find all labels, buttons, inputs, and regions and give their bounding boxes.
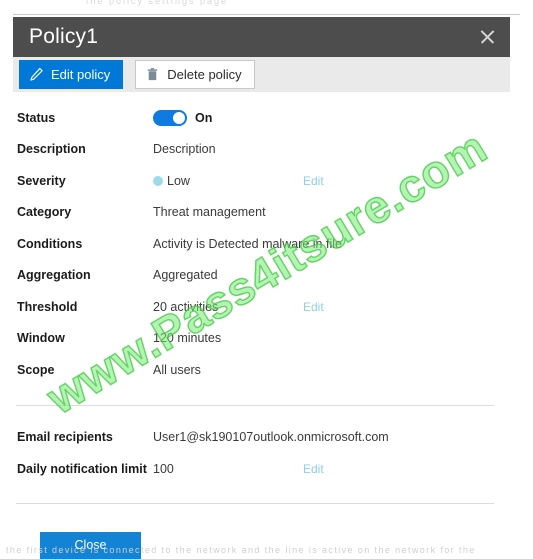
status-toggle-label: On: [195, 110, 213, 125]
top-divider: [13, 14, 520, 15]
detail-row-window: Window 120 minutes: [13, 323, 516, 355]
detail-row-email-recipients: Email recipients User1@sk190107outlook.o…: [13, 422, 516, 454]
detail-row-description: Description Description: [13, 134, 516, 166]
page-title: Policy1: [29, 25, 99, 48]
detail-row-conditions: Conditions Activity is Detected malware …: [13, 228, 516, 260]
detail-label: Window: [17, 331, 65, 346]
detail-label: Severity: [17, 173, 66, 188]
detail-value: All users: [153, 362, 201, 377]
detail-label: Daily notification limit: [17, 461, 147, 476]
toggle-knob: [173, 111, 185, 124]
detail-row-category: Category Threat management: [13, 197, 516, 229]
detail-row-daily-notification-limit: Daily notification limit 100 Edit: [13, 453, 516, 485]
policy-detail-dialog: Policy1 Edit policy Delete policy Status…: [13, 17, 516, 559]
detail-label: Conditions: [17, 236, 83, 251]
delete-policy-label: Delete policy: [167, 67, 242, 82]
detail-label: Scope: [17, 362, 55, 377]
edit-threshold-link[interactable]: Edit: [303, 300, 324, 314]
detail-row-threshold: Threshold 20 activities Edit: [13, 291, 516, 323]
detail-value: 20 activities: [153, 299, 219, 314]
detail-row-scope: Scope All users: [13, 354, 516, 386]
detail-value: Threat management: [153, 205, 266, 220]
edit-policy-label: Edit policy: [51, 67, 111, 82]
detail-value: Description: [153, 142, 216, 157]
severity-value: Low: [167, 173, 190, 188]
detail-value: 100: [153, 461, 174, 476]
pencil-icon: [29, 67, 44, 82]
command-bar: Edit policy Delete policy: [13, 57, 510, 92]
dialog-header: Policy1: [13, 17, 510, 57]
detail-row-status: Status On: [13, 102, 516, 134]
edit-severity-link[interactable]: Edit: [303, 174, 324, 188]
close-icon[interactable]: [478, 28, 496, 46]
detail-value: 120 minutes: [153, 331, 222, 346]
detail-row-aggregation: Aggregation Aggregated: [13, 260, 516, 292]
severity-dot-icon: [153, 175, 163, 186]
detail-value: Low: [153, 174, 190, 188]
detail-value: Activity is Detected malware in file: [153, 236, 342, 251]
detail-value: Aggregated: [153, 268, 218, 283]
detail-value: User1@sk190107outlook.onmicrosoft.com: [153, 430, 389, 445]
cut-off-text-top: the policy settings page: [86, 0, 229, 6]
detail-label: Email recipients: [17, 430, 113, 445]
detail-value: On: [153, 109, 213, 126]
detail-row-severity: Severity Low Edit: [13, 165, 516, 197]
delete-policy-button[interactable]: Delete policy: [135, 60, 255, 89]
detail-label: Description: [17, 142, 86, 157]
status-toggle[interactable]: [153, 109, 187, 126]
edit-policy-button[interactable]: Edit policy: [19, 60, 124, 89]
detail-label: Status: [17, 110, 56, 125]
edit-daily-limit-link[interactable]: Edit: [303, 462, 324, 476]
cut-off-text-bottom: the first device is connected to the net…: [6, 545, 476, 555]
detail-label: Threshold: [17, 299, 78, 314]
detail-label: Category: [17, 205, 72, 220]
policy-details-list: Status On Description Description Severi…: [13, 92, 516, 559]
detail-label: Aggregation: [17, 268, 91, 283]
trash-icon: [145, 67, 160, 82]
